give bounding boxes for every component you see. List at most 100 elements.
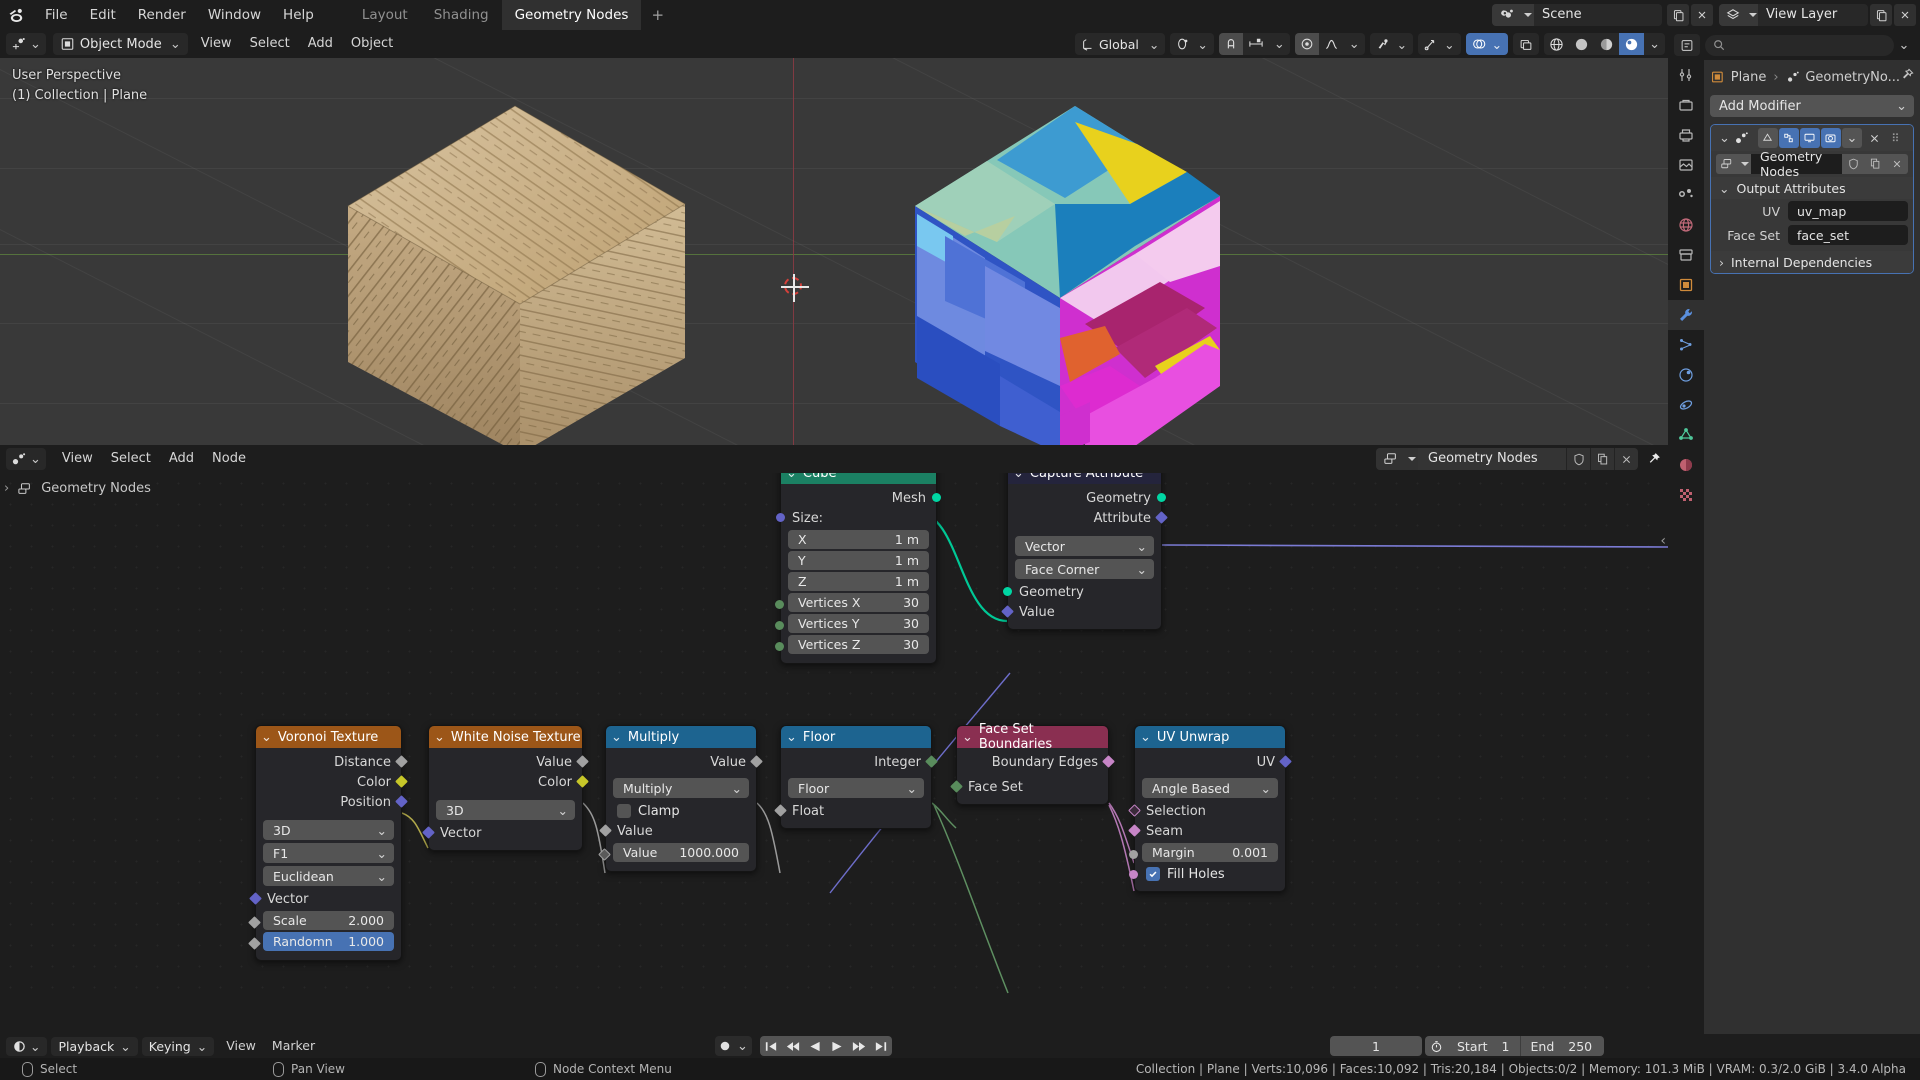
geometry-node-editor[interactable]: ⌄ View Select Add Node Geometry Nodes › … <box>0 445 1668 1034</box>
shading-solid-button[interactable] <box>1569 33 1594 55</box>
node-group-name[interactable]: Geometry Nodes <box>1418 448 1566 470</box>
snap-chevron-icon[interactable]: ⌄ <box>1269 33 1290 55</box>
node-sidebar-toggle-icon[interactable]: ‹ <box>1660 533 1666 549</box>
node-menu-add[interactable]: Add <box>160 445 203 473</box>
node-canvas[interactable]: › Geometry Nodes ⌄ Cube Mesh Size: X 1 m… <box>0 473 1668 1000</box>
input-value[interactable]: Value <box>1001 602 1161 622</box>
dropdown-distance-metric[interactable]: Euclidean ⌄ <box>263 866 394 886</box>
properties-tab-output[interactable] <box>1668 120 1704 150</box>
node-voronoi-texture[interactable]: ⌄ Voronoi Texture Distance Color Positio… <box>248 725 408 961</box>
view-layer-chevron-icon[interactable] <box>1747 4 1758 26</box>
input-seam[interactable]: Seam <box>1128 821 1285 841</box>
viewport-menu-object[interactable]: Object <box>342 30 402 58</box>
socket-vector-in[interactable] <box>249 892 262 905</box>
field-size-z[interactable]: Z 1 m <box>788 572 929 591</box>
unlink-datablock-icon[interactable] <box>1614 448 1638 470</box>
output-geometry[interactable]: Geometry <box>1008 488 1166 508</box>
xray-toggle[interactable] <box>1513 33 1540 55</box>
transform-orientation-selector[interactable]: Global ⌄ <box>1074 33 1166 55</box>
viewport-menu-add[interactable]: Add <box>299 30 342 58</box>
node-cube[interactable]: ⌄ Cube Mesh Size: X 1 m Y 1 m Z 1 m Vert… <box>775 473 941 664</box>
playback-controls[interactable] <box>759 1036 892 1056</box>
scene-name-field[interactable]: Scene <box>1534 4 1662 26</box>
output-integer[interactable]: Integer <box>781 752 938 772</box>
dropdown-dimensions[interactable]: 3D ⌄ <box>436 800 575 820</box>
section-output-attributes[interactable]: ⌄ Output Attributes <box>1711 177 1913 199</box>
field-value2[interactable]: Value 1000.000 <box>613 843 749 862</box>
socket-selection-in[interactable] <box>1128 804 1141 817</box>
jump-to-end-icon[interactable] <box>870 1036 892 1056</box>
field-size-y[interactable]: Y 1 m <box>788 551 929 570</box>
node-menu-node[interactable]: Node <box>203 445 255 473</box>
node-collapse-chevron-icon[interactable]: ⌄ <box>962 730 973 745</box>
workspace-tab-geometry-nodes[interactable]: Geometry Nodes <box>501 0 642 30</box>
properties-tab-particles[interactable] <box>1668 330 1704 360</box>
node-multiply[interactable]: ⌄ Multiply Value Multiply ⌄ Clamp Value … <box>598 725 763 872</box>
node-uv-unwrap-header[interactable]: ⌄ UV Unwrap <box>1135 726 1285 748</box>
wood-cube-object[interactable] <box>340 86 690 445</box>
shading-chevron-icon[interactable]: ⌄ <box>1644 33 1665 55</box>
node-collapse-chevron-icon[interactable]: ⌄ <box>1140 730 1151 745</box>
timeline-transport[interactable]: ⌄ <box>715 1036 892 1056</box>
modifier-drag-handle-icon[interactable]: ⠿ <box>1887 128 1905 148</box>
socket-geometry-out[interactable] <box>1157 493 1166 502</box>
add-workspace-button[interactable]: + <box>641 0 674 30</box>
viewport-menu-view[interactable]: View <box>192 30 241 58</box>
socket-float-in[interactable] <box>774 804 787 817</box>
dropdown-rounding-mode[interactable]: Floor ⌄ <box>788 778 924 798</box>
properties-tab-collection[interactable] <box>1668 240 1704 270</box>
properties-tab-texture[interactable] <box>1668 480 1704 510</box>
workspace-tab-layout[interactable]: Layout <box>349 0 421 30</box>
socket-uv-out[interactable] <box>1279 755 1292 768</box>
node-collapse-chevron-icon[interactable]: ⌄ <box>786 473 797 481</box>
socket-value-out[interactable] <box>576 755 589 768</box>
visibility-selector[interactable]: ⌄ <box>1369 33 1414 55</box>
properties-tab-object-data[interactable] <box>1668 420 1704 450</box>
socket-value-in[interactable] <box>599 824 612 837</box>
dropdown-domain[interactable]: Face Corner ⌄ <box>1015 559 1154 579</box>
node-group-icon[interactable] <box>1376 448 1406 470</box>
modifier-panel-geometry-nodes[interactable]: ⌄ ⌄ ⠿ Geometry Nodes ⌄ Output Attributes… <box>1710 124 1914 274</box>
proportional-edit-icon[interactable] <box>1294 33 1319 55</box>
start-frame-field[interactable]: Start 1 <box>1447 1036 1520 1056</box>
socket-value-out[interactable] <box>750 755 763 768</box>
node-cube-input-size[interactable]: Size: <box>776 508 936 528</box>
new-scene-button[interactable] <box>1667 4 1689 26</box>
node-group-chevron-icon[interactable] <box>1406 448 1418 470</box>
modifier-realtime-button[interactable] <box>1799 128 1820 148</box>
play-icon[interactable] <box>826 1036 848 1056</box>
editor-type-selector[interactable]: ⌄ <box>6 33 46 55</box>
socket-value-in[interactable] <box>1001 605 1014 618</box>
output-color[interactable]: Color <box>256 772 408 792</box>
end-frame-field[interactable]: End 250 <box>1519 1036 1605 1056</box>
property-value-uv[interactable]: uv_map <box>1788 201 1908 221</box>
properties-pin-icon[interactable] <box>1900 68 1914 86</box>
properties-tab-render[interactable] <box>1668 90 1704 120</box>
node-capture-attribute[interactable]: ⌄ Capture Attribute Geometry Attribute V… <box>1001 473 1168 630</box>
next-keyframe-icon[interactable] <box>848 1036 870 1056</box>
node-collapse-chevron-icon[interactable]: ⌄ <box>1013 473 1024 481</box>
properties-filter-chevron-icon[interactable]: ⌄ <box>1894 38 1914 53</box>
modifier-edit-mode-display-button[interactable] <box>1757 128 1778 148</box>
blender-logo-icon[interactable] <box>0 0 34 30</box>
node-collapse-chevron-icon[interactable]: ⌄ <box>434 730 445 745</box>
node-collapse-chevron-icon[interactable]: ⌄ <box>261 730 272 745</box>
shading-rendered-button[interactable] <box>1619 33 1645 55</box>
properties-editor-type-icon[interactable] <box>1674 34 1700 56</box>
input-vector[interactable]: Vector <box>249 889 401 909</box>
socket-attribute-out[interactable] <box>1155 511 1168 524</box>
nodegroup-unlink-icon[interactable] <box>1886 154 1908 174</box>
breadcrumb-object-name[interactable]: Plane <box>1731 70 1767 85</box>
timeline-menu-playback[interactable]: Playback ⌄ <box>51 1036 138 1056</box>
socket-vertices-y-in[interactable] <box>775 621 784 630</box>
snap-magnet-icon[interactable] <box>1218 33 1243 55</box>
dropdown-dimensions[interactable]: 3D ⌄ <box>263 820 394 840</box>
scene-dropdown-chevron-icon[interactable] <box>1522 4 1534 26</box>
field-randomness[interactable]: Randomn 1.000 <box>263 932 394 951</box>
socket-vertices-z-in[interactable] <box>775 642 784 651</box>
socket-scale-in[interactable] <box>248 916 261 929</box>
breadcrumb-modifier-name[interactable]: GeometryNo... <box>1805 70 1900 85</box>
view-layer-name-field[interactable]: View Layer <box>1758 4 1868 26</box>
node-voronoi-header[interactable]: ⌄ Voronoi Texture <box>256 726 401 748</box>
properties-tab-object[interactable] <box>1668 270 1704 300</box>
